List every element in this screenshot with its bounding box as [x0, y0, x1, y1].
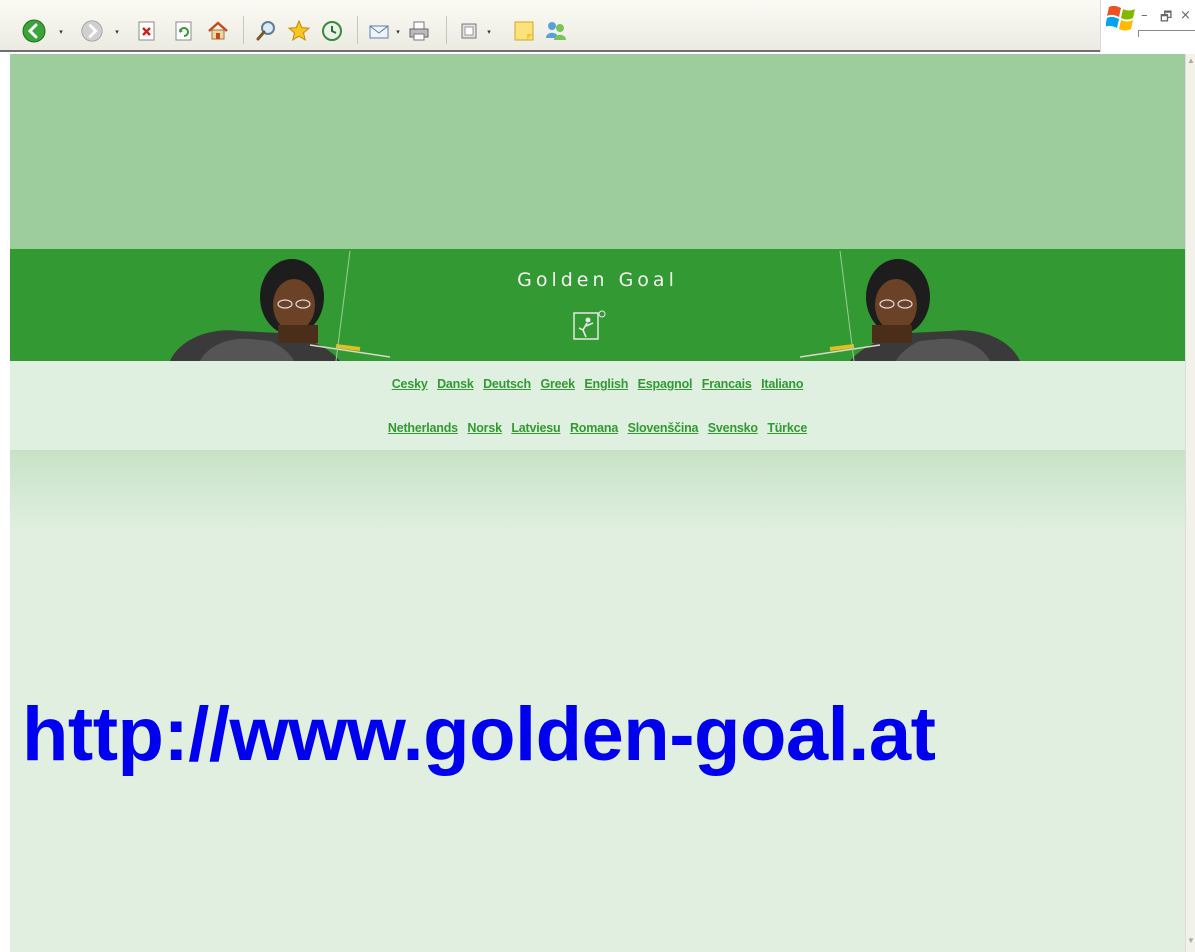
windows-logo-icon [1106, 5, 1135, 31]
lang-link-dansk[interactable]: Dansk [437, 377, 474, 391]
forward-dropdown-arrow[interactable]: ▾ [113, 28, 121, 36]
stop-button[interactable] [133, 17, 161, 45]
scroll-up-arrow-icon[interactable]: ▲ [1187, 56, 1195, 68]
archer-image-right [800, 250, 1020, 361]
toolbar-separator [446, 16, 447, 44]
archer-image-left [170, 250, 390, 361]
main-content: http://www.golden-goal.at [10, 451, 1185, 952]
forward-button[interactable] [78, 17, 106, 45]
address-line [1138, 30, 1195, 37]
back-dropdown-arrow[interactable]: ▾ [57, 28, 65, 36]
banner: Golden Goal [10, 249, 1185, 361]
back-arrow-icon [22, 19, 46, 43]
restore-button[interactable]: 🗗 [1160, 8, 1172, 30]
lang-link-romana[interactable]: Romana [570, 421, 618, 435]
lang-link-greek[interactable]: Greek [540, 377, 575, 391]
lang-link-deutsch[interactable]: Deutsch [483, 377, 531, 391]
favorites-button[interactable] [285, 17, 313, 45]
vertical-scrollbar[interactable]: ▲ ▼ [1185, 54, 1195, 952]
notes-button[interactable] [510, 17, 538, 45]
browser-toolbar: ▾ ▾ ▾ ▾ – 🗗 × [0, 0, 1195, 52]
print-button[interactable] [405, 17, 433, 45]
search-icon [256, 21, 275, 41]
language-row-1: Cesky Dansk Deutsch Greek English Espagn… [10, 377, 1185, 391]
lang-link-espagnol[interactable]: Espagnol [638, 377, 693, 391]
lang-link-italiano[interactable]: Italiano [761, 377, 803, 391]
home-button[interactable] [204, 17, 232, 45]
lang-link-latviesu[interactable]: Latviesu [511, 421, 560, 435]
toolbar-separator [357, 16, 358, 44]
mail-icon [369, 25, 389, 39]
lang-link-cesky[interactable]: Cesky [392, 377, 428, 391]
mail-dropdown-arrow[interactable]: ▾ [394, 28, 402, 36]
lang-link-francais[interactable]: Francais [702, 377, 752, 391]
edit-button[interactable] [455, 17, 483, 45]
home-icon [208, 21, 228, 40]
language-bar: Cesky Dansk Deutsch Greek English Espagn… [10, 361, 1185, 451]
star-icon [287, 19, 311, 42]
printer-icon [409, 21, 429, 41]
page-viewport: Golden Goal Cesky Dansk Deutsch Greek En… [10, 54, 1185, 952]
edit-icon [461, 23, 477, 39]
language-row-2: Netherlands Norsk Latviesu Romana Sloven… [10, 421, 1185, 435]
close-button[interactable]: × [1180, 8, 1191, 23]
lang-link-slovenscina[interactable]: Slovenščina [628, 421, 699, 435]
refresh-button[interactable] [170, 17, 198, 45]
lang-link-svensko[interactable]: Svensko [708, 421, 758, 435]
mail-button[interactable] [365, 17, 393, 45]
edit-dropdown-arrow[interactable]: ▾ [485, 28, 493, 36]
history-button[interactable] [318, 17, 346, 45]
lang-link-turkce[interactable]: Türkce [767, 421, 807, 435]
note-icon [514, 21, 534, 41]
stop-icon [138, 21, 155, 41]
scroll-down-arrow-icon[interactable]: ▼ [1187, 936, 1195, 948]
messenger-icon [546, 22, 566, 40]
forward-arrow-icon [81, 20, 103, 42]
header-band [10, 54, 1185, 249]
messenger-button[interactable] [542, 17, 570, 45]
back-button[interactable] [20, 17, 48, 45]
minimize-button[interactable]: – [1141, 8, 1148, 23]
search-button[interactable] [252, 17, 280, 45]
lang-link-english[interactable]: English [584, 377, 628, 391]
site-url[interactable]: http://www.golden-goal.at [22, 691, 936, 778]
refresh-icon [175, 21, 192, 41]
toolbar-separator [243, 16, 244, 44]
history-icon [322, 21, 342, 41]
lang-link-norsk[interactable]: Norsk [467, 421, 502, 435]
lang-link-netherlands[interactable]: Netherlands [388, 421, 458, 435]
golden-goal-logo-icon [573, 310, 606, 340]
